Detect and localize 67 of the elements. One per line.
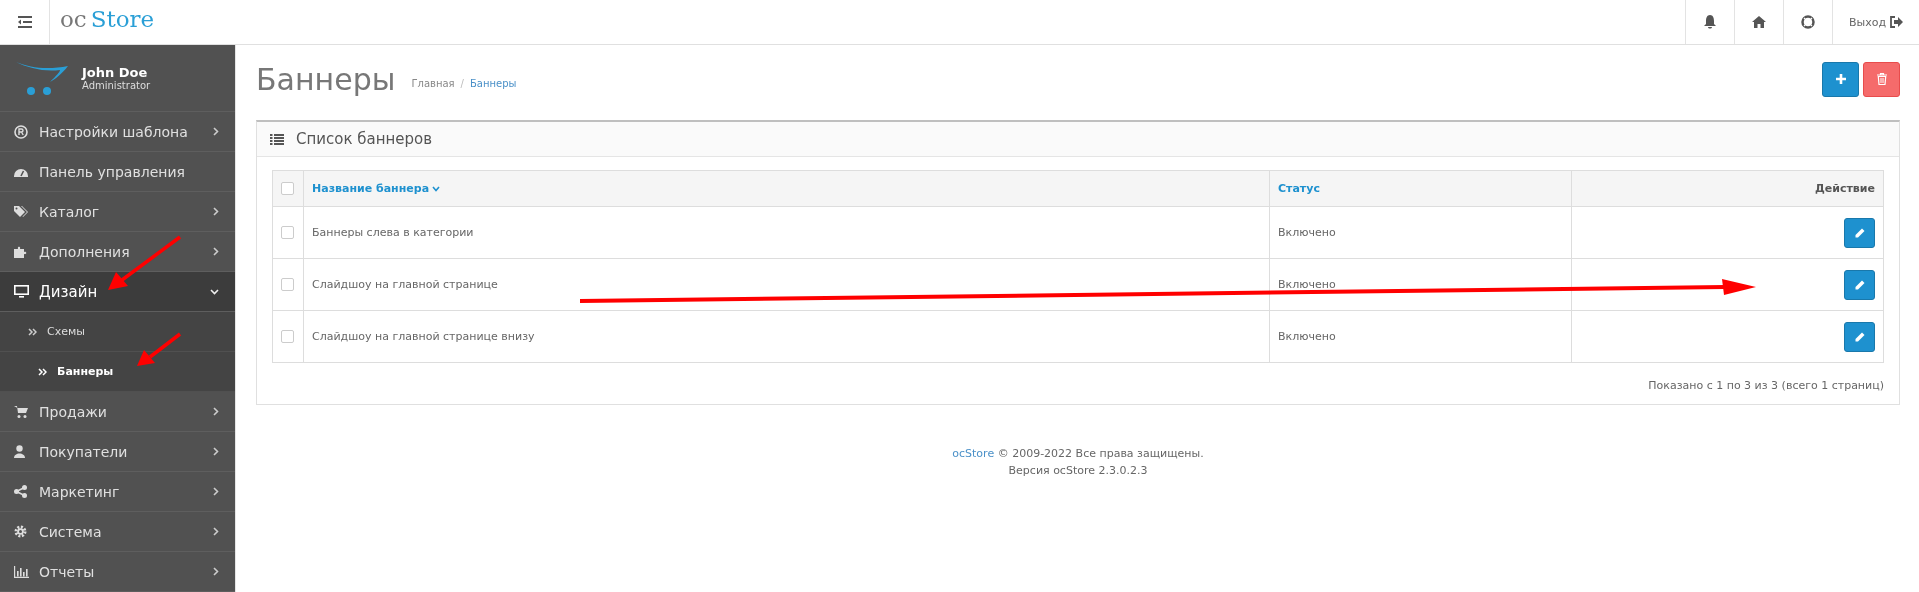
panel-title: Список баннеров — [296, 130, 433, 148]
table-cell: Слайдшоу на главной странице внизу — [312, 330, 535, 343]
row-checkbox[interactable] — [281, 226, 294, 239]
user-role: Administrator — [82, 80, 151, 91]
edit-button[interactable] — [1844, 321, 1875, 352]
plus-icon — [1835, 74, 1846, 84]
copyright-text: ocStore © 2009-2022 Все права защищены. — [952, 446, 1204, 462]
version-text: Версия ocStore 2.3.0.2.3 — [1008, 463, 1148, 479]
chevron-right-icon — [213, 447, 219, 456]
sidebar-item[interactable]: Дизайн — [0, 272, 235, 312]
user-icon — [14, 445, 25, 458]
share-icon — [14, 485, 27, 498]
lifebuoy-icon — [1801, 15, 1815, 29]
bell-icon — [1704, 15, 1716, 29]
submenu-item[interactable]: Баннеры — [0, 352, 235, 392]
pencil-icon — [1854, 227, 1865, 238]
pencil-icon — [1854, 331, 1865, 342]
row-checkbox[interactable] — [281, 330, 294, 343]
annotation-arrow — [137, 332, 182, 366]
breadcrumb-link[interactable]: Главная — [411, 77, 455, 89]
list-icon — [270, 133, 284, 145]
table-cell: Включено — [1278, 226, 1336, 239]
column-sort-link[interactable]: Статус — [1278, 182, 1320, 195]
submenu-item[interactable]: Схемы — [0, 312, 235, 352]
puzzle-icon — [14, 245, 27, 258]
table-cell: Включено — [1278, 278, 1336, 291]
chevron-right-icon — [213, 247, 219, 256]
pagination-info: Показано с 1 по 3 из 3 (всего 1 страниц) — [1647, 379, 1884, 392]
double-chevron-icon — [38, 367, 47, 376]
caret-down-icon — [432, 185, 441, 192]
table-cell: Включено — [1278, 330, 1336, 343]
trash-icon — [1876, 73, 1887, 85]
chevron-right-icon — [213, 487, 219, 496]
footer-link[interactable]: ocStore — [952, 447, 995, 460]
sign-out-icon — [1890, 16, 1904, 28]
add-button[interactable] — [1822, 61, 1859, 97]
double-chevron-icon — [28, 327, 37, 336]
logo[interactable]: oc Store — [50, 6, 165, 44]
pencil-icon — [1854, 279, 1865, 290]
column-header: Действие — [1815, 182, 1875, 195]
edit-button[interactable] — [1844, 269, 1875, 300]
registered-icon — [14, 124, 28, 139]
user-name: John Doe — [82, 65, 149, 80]
column-sort-link[interactable]: Название баннера — [312, 182, 441, 195]
menu-icon — [17, 16, 32, 28]
breadcrumb-separator: / — [460, 77, 464, 89]
chevron-right-icon — [213, 567, 219, 576]
table-cell: Баннеры слева в категории — [312, 226, 474, 239]
breadcrumb-link[interactable]: Баннеры — [469, 77, 517, 89]
row-checkbox[interactable] — [281, 278, 294, 291]
tags-icon — [14, 205, 29, 218]
delete-button[interactable] — [1863, 61, 1900, 97]
cart-icon — [14, 405, 28, 418]
monitor-icon — [14, 285, 29, 298]
chevron-right-icon — [213, 207, 219, 216]
edit-button[interactable] — [1844, 217, 1875, 248]
gear-icon — [14, 525, 27, 538]
chevron-right-icon — [213, 127, 219, 136]
select-all-checkbox[interactable] — [281, 182, 294, 195]
home-icon — [1752, 16, 1766, 28]
dashboard-icon — [14, 166, 28, 177]
chevron-down-icon — [210, 288, 219, 295]
chevron-right-icon — [213, 527, 219, 536]
bar-chart-icon — [14, 565, 29, 578]
page-title: Баннеры — [256, 61, 396, 97]
table-cell: Слайдшоу на главной странице — [312, 278, 498, 291]
chevron-right-icon — [213, 407, 219, 416]
